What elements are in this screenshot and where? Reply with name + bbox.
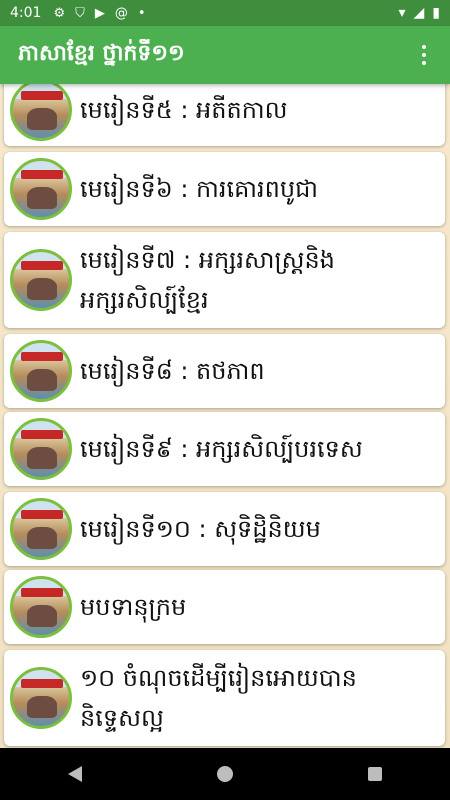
back-icon[interactable] <box>67 766 82 782</box>
lesson-item-6[interactable]: មេរៀនទី៦ : ការគោរពបូជា <box>4 152 445 226</box>
app-title: ភាសាខ្មែរ ថ្នាក់ទី១១ <box>18 41 185 66</box>
recents-icon[interactable] <box>368 767 383 781</box>
glossary-item[interactable]: មបទានុក្រម <box>4 570 445 644</box>
lesson-label-line2: អក្សរសិល្ប៍ខ្មែរ <box>80 286 209 314</box>
lesson-thumbnail <box>10 576 72 638</box>
lesson-label-line2: និទ្ទេសល្អ <box>80 704 164 732</box>
lesson-label: មេរៀនទី៩ : អក្សរសិល្ប៍បរទេស <box>80 435 363 463</box>
lesson-list[interactable]: មេរៀនទី៥ : អតីតកាល មេរៀនទី៦ : ការគោរពបូជ… <box>0 84 450 748</box>
dot-icon: • <box>137 5 146 21</box>
lesson-item-7[interactable]: មេរៀនទី៧ : អក្សរសាស្ត្រនិង អក្សរសិល្ប៍ខ្… <box>4 232 445 328</box>
lesson-label: ១០ ចំណុចដើម្បីរៀនអោយបាន <box>80 664 357 692</box>
wifi-icon: ▾ <box>398 5 406 21</box>
battery-icon: ▮ <box>432 5 440 21</box>
lesson-thumbnail <box>10 84 72 141</box>
lesson-item-10[interactable]: មេរៀនទី១០ : សុទិដ្ឋិនិយម <box>4 492 445 566</box>
lesson-label: មេរៀនទី៦ : ការគោរពបូជា <box>80 175 318 203</box>
lesson-label: មបទានុក្រម <box>80 593 187 621</box>
status-bar: 4:01 ⚙ ⛉ ▶ @ • ▾ ◢ ▮ <box>0 0 450 26</box>
home-icon[interactable] <box>216 766 233 782</box>
lesson-item-5[interactable]: មេរៀនទី៥ : អតីតកាល <box>4 84 445 146</box>
lesson-item-8[interactable]: មេរៀនទី៨ : តថភាព <box>4 334 445 408</box>
lesson-thumbnail <box>10 340 72 402</box>
navigation-bar <box>0 748 450 800</box>
lesson-label: មេរៀនទី១០ : សុទិដ្ឋិនិយម <box>80 515 321 543</box>
at-sign-icon: @ <box>114 5 128 21</box>
app-bar: ភាសាខ្មែរ ថ្នាក់ទី១១ <box>0 26 450 84</box>
lesson-label: មេរៀនទី៥ : អតីតកាល <box>80 96 288 124</box>
lesson-thumbnail <box>10 249 72 311</box>
settings-icon: ⚙ <box>53 5 66 21</box>
more-vert-icon[interactable] <box>412 35 436 75</box>
shield-icon: ⛉ <box>75 5 85 21</box>
study-tips-item[interactable]: ១០ ចំណុចដើម្បីរៀនអោយបាន និទ្ទេសល្អ <box>4 650 445 746</box>
lesson-label: មេរៀនទី៨ : តថភាព <box>80 357 265 385</box>
lesson-label: មេរៀនទី៧ : អក្សរសាស្ត្រនិង <box>80 246 335 274</box>
lesson-thumbnail <box>10 498 72 560</box>
lesson-item-9[interactable]: មេរៀនទី៩ : អក្សរសិល្ប៍បរទេស <box>4 412 445 486</box>
lesson-thumbnail <box>10 667 72 729</box>
play-store-icon: ▶ <box>94 5 105 21</box>
lesson-thumbnail <box>10 158 72 220</box>
signal-icon: ◢ <box>413 5 425 21</box>
status-time: 4:01 <box>10 5 42 21</box>
lesson-thumbnail <box>10 418 72 480</box>
